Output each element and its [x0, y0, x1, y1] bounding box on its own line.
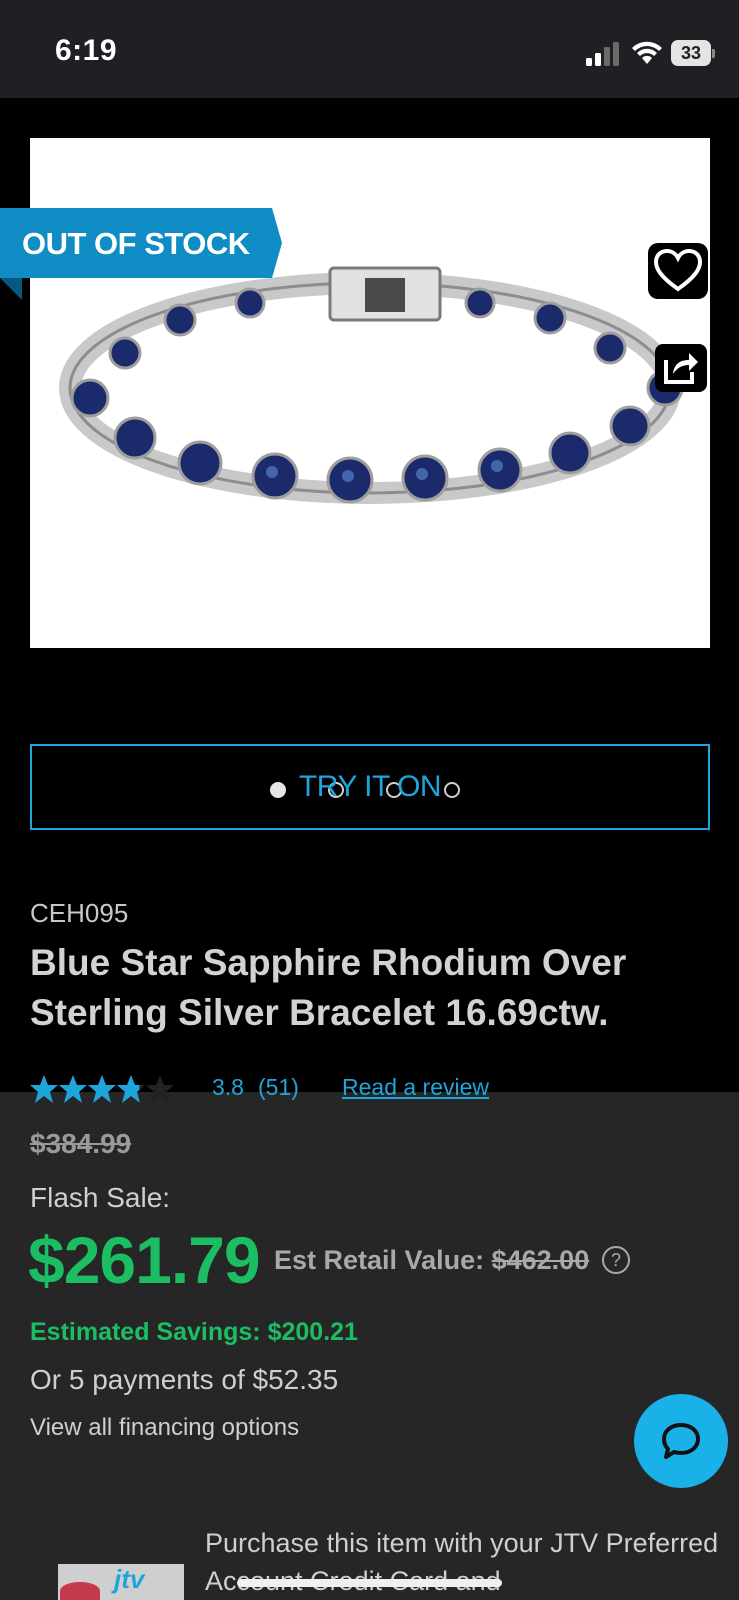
share-icon — [664, 353, 698, 384]
status-bar: 6:19 33 — [0, 0, 739, 98]
chat-button[interactable] — [634, 1394, 728, 1488]
original-price: $384.99 — [30, 1128, 132, 1159]
signal-icon — [586, 42, 619, 66]
payment-plan: Or 5 payments of $52.35 — [30, 1364, 339, 1395]
battery-icon: 33 — [671, 40, 715, 66]
jtv-logo-text: jtv — [114, 1564, 145, 1594]
out-of-stock-label: OUT OF STOCK — [22, 226, 250, 261]
rating-count[interactable]: (51) — [258, 1074, 299, 1101]
star-icon — [117, 1075, 145, 1103]
share-button[interactable] — [655, 344, 707, 392]
battery-level: 33 — [671, 40, 711, 66]
product-title: Blue Star Sapphire Rhodium Over Sterling… — [30, 942, 627, 1033]
star-icon — [146, 1075, 174, 1103]
try-it-on-button[interactable]: TRY IT ON — [30, 744, 710, 830]
credit-card-promo: Purchase this item with your JTV Preferr… — [205, 1528, 719, 1596]
rating-value: 3.8 — [212, 1074, 244, 1100]
star-rating — [30, 1075, 174, 1103]
star-icon — [59, 1075, 87, 1103]
read-review-link[interactable]: Read a review — [342, 1074, 489, 1101]
est-retail-label: Est Retail Value: — [274, 1245, 485, 1275]
out-of-stock-badge: OUT OF STOCK — [0, 208, 282, 300]
sale-price: $261.79 — [28, 1223, 261, 1297]
wifi-icon — [632, 41, 662, 64]
jtv-card-image: jtv — [58, 1564, 184, 1600]
est-retail-amount: $462.00 — [491, 1245, 590, 1275]
star-icon — [30, 1075, 58, 1103]
heart-icon — [653, 248, 703, 292]
flash-sale-label: Flash Sale: — [30, 1182, 171, 1213]
financing-options-link[interactable]: View all financing options — [30, 1414, 299, 1442]
help-icon[interactable]: ? — [602, 1246, 630, 1274]
rating-row: 3.8 (51) Read a review — [30, 1070, 730, 1110]
est-retail-value: Est Retail Value: $462.00 — [274, 1245, 589, 1276]
status-time: 6:19 — [55, 34, 118, 67]
product-sku: CEH095 — [30, 898, 129, 928]
star-icon — [88, 1075, 116, 1103]
home-indicator[interactable] — [237, 1579, 502, 1587]
estimated-savings: Estimated Savings: $200.21 — [30, 1318, 358, 1346]
chat-icon — [662, 1423, 700, 1459]
wishlist-button[interactable] — [648, 243, 708, 299]
